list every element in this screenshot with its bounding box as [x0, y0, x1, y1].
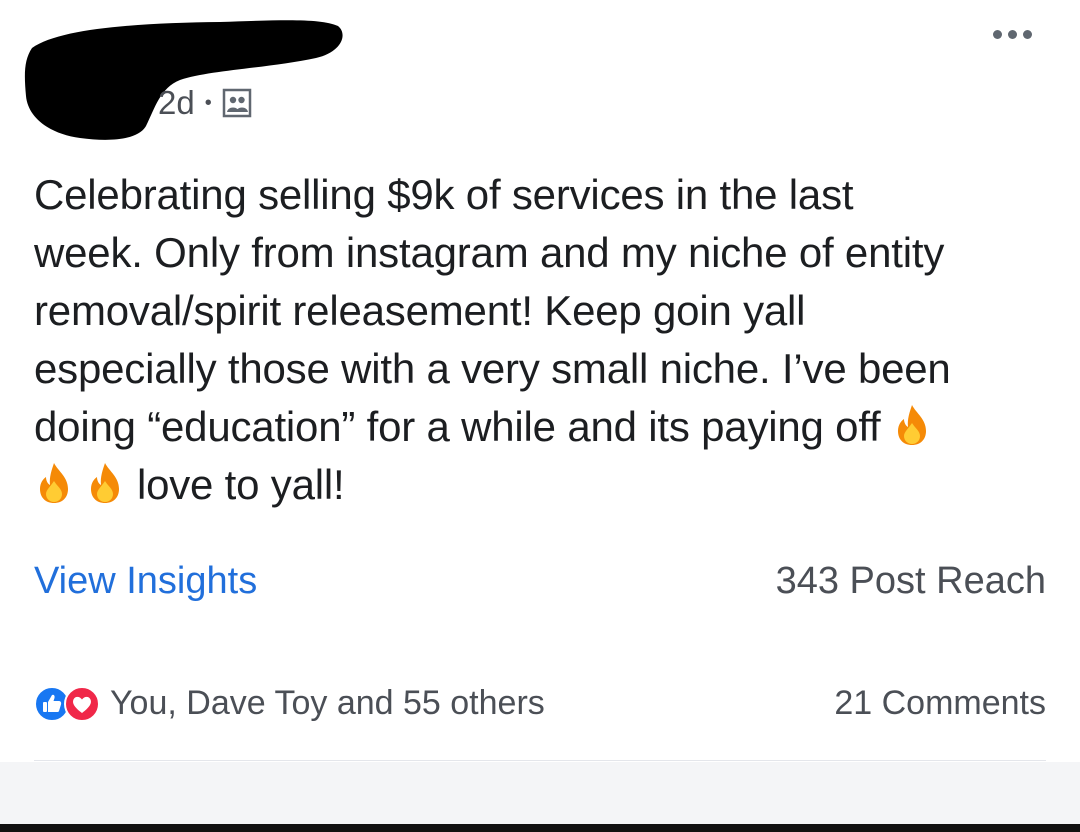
view-insights-link[interactable]: View Insights — [34, 560, 257, 603]
post-text-line: removal/spirit releasement! Keep goin ya… — [34, 287, 806, 334]
reactions-row: You, Dave Toy and 55 others 21 Comments — [34, 684, 1046, 723]
menu-dot — [1008, 30, 1017, 39]
fire-icon — [897, 405, 926, 445]
reactions-summary[interactable]: You, Dave Toy and 55 others — [34, 684, 545, 723]
post-reach: 343 Post Reach — [775, 560, 1046, 602]
menu-dot — [1023, 30, 1032, 39]
bottom-edge — [0, 824, 1080, 832]
fire-icon — [40, 463, 68, 503]
reactions-summary-text: You, Dave Toy and 55 others — [110, 684, 545, 722]
post-text-line: especially those with a very small niche… — [34, 345, 951, 392]
reaction-icons — [34, 685, 100, 722]
post-meta: 2d • — [158, 84, 252, 122]
menu-dot — [993, 30, 1002, 39]
divider — [34, 760, 1046, 761]
post-timestamp[interactable]: 2d — [158, 84, 195, 122]
fire-icon — [91, 463, 120, 503]
post-text-segment: love to yall! — [136, 461, 345, 508]
action-bar-area — [0, 762, 1080, 824]
love-icon — [64, 685, 100, 722]
meta-separator: • — [204, 91, 212, 114]
comments-count[interactable]: 21 Comments — [834, 684, 1046, 723]
post-text-line: week. Only from instagram and my niche o… — [34, 229, 945, 276]
post-text-line: Celebrating selling $9k of services in t… — [34, 171, 854, 218]
friends-icon — [222, 88, 251, 118]
insights-row: View Insights 343 Post Reach — [34, 560, 1046, 603]
post-text-line: love to yall! — [34, 456, 1044, 514]
post-body: Celebrating selling $9k of services in t… — [34, 166, 1044, 514]
post-text-segment: doing “education” for a while and its pa… — [34, 403, 881, 450]
post-card: 2d • Celebrating selling $9k of services… — [0, 0, 1080, 832]
redaction-scribble — [24, 20, 343, 140]
more-options-icon[interactable] — [993, 30, 1032, 39]
post-text-line: doing “education” for a while and its pa… — [34, 398, 1044, 456]
